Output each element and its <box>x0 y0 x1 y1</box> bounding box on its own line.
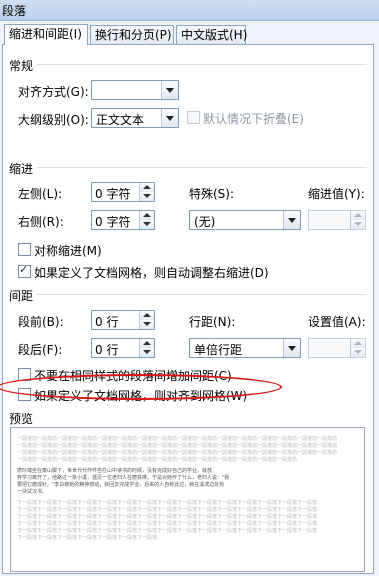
collapse-checkbox[interactable] <box>187 111 200 124</box>
preview-heading: 预览 <box>9 412 34 426</box>
preview-line: 下一段落下一段落下一段落下一段落下一段落下一段落下一段落 <box>17 535 158 541</box>
divider <box>37 167 367 168</box>
spin-down-icon[interactable] <box>140 320 154 329</box>
preview-line: 一块试汉书。 <box>17 489 48 495</box>
preview-line: 一段落前一段落前一段落前一段落前一段落前一段落前一段落前一段落前一段落前一段落前… <box>17 450 338 456</box>
highlight-ellipse <box>0 374 282 400</box>
general-heading: 常规 <box>9 59 34 73</box>
line-spacing-label: 行距(N): <box>189 315 236 329</box>
preview-line: 弃学习离开了，他路过一条小溪，遇见一位老妇人在磨铁棒，于是对她作了什么，老妇人说… <box>17 475 230 481</box>
spin-down-icon[interactable] <box>140 348 154 357</box>
tab-asian-typography[interactable]: 中文版式(H) <box>176 25 247 44</box>
space-before-spinner[interactable]: 0 行 <box>91 310 155 330</box>
preview-line: 下一段落下一段落下一段落下一段落下一段落下一段落下一段落下一段落下一段落下一段落… <box>17 507 318 513</box>
preview-line: 一段落前一段落前一段落前一段落前一段落前一段落前一段落前一段落前一段落前一段落前… <box>17 443 338 449</box>
chevron-down-icon <box>161 109 178 127</box>
mirror-indents-label: 对称缩进(M) <box>34 244 102 258</box>
special-indent-select[interactable]: (无) <box>189 210 301 230</box>
indent-by-spinner[interactable] <box>308 210 366 230</box>
preview-line: 唐玲端坐在泰山脚下，世世代代作件自在山中读书的时候，没有完成好自己的学业，就放 <box>17 468 213 474</box>
preview-line: 一段落前一段落前一段落前一段落前一段落前一段落前一段落前一段落前一段落前一段落前… <box>17 457 298 463</box>
spacing-at-label: 设置值(A): <box>308 315 366 329</box>
spin-down-icon[interactable] <box>351 348 365 357</box>
outline-level-label: 大纲级别(O): <box>18 113 89 127</box>
space-after-spinner[interactable]: 0 行 <box>91 338 155 358</box>
indent-right-label: 右侧(R): <box>18 215 64 229</box>
spacing-at-spinner[interactable] <box>308 338 366 358</box>
outline-level-select[interactable]: 正文文本 <box>91 108 179 128</box>
auto-adjust-indent-checkbox[interactable] <box>18 263 31 278</box>
preview-line: 一段落前一段落前一段落前一段落前一段落前一段落前一段落前一段落前一段落前一段落前… <box>17 436 338 442</box>
auto-adjust-indent-label: 如果定义了文档网格，则自动调整右缩进(D) <box>34 266 269 280</box>
tab-indent-spacing[interactable]: 缩进和间距(I) <box>4 24 88 45</box>
space-before-label: 段前(B): <box>18 315 64 329</box>
title-bar: 段落 <box>0 0 379 21</box>
indent-by-label: 缩进值(Y): <box>308 187 365 201</box>
divider <box>37 294 367 295</box>
divider <box>37 64 367 65</box>
chevron-down-icon <box>283 339 300 357</box>
tab-line-page-breaks[interactable]: 换行和分页(P) <box>90 25 174 44</box>
space-after-label: 段后(F): <box>18 343 63 357</box>
spin-down-icon[interactable] <box>140 220 154 229</box>
mirror-indents-checkbox[interactable] <box>18 243 31 256</box>
chevron-down-icon <box>283 211 300 229</box>
alignment-label: 对齐方式(G): <box>18 85 89 99</box>
special-indent-label: 特殊(S): <box>189 187 235 201</box>
spacing-heading: 间距 <box>9 289 34 303</box>
indent-heading: 缩进 <box>9 162 34 176</box>
indent-right-spinner[interactable]: 0 字符 <box>91 210 155 230</box>
preview-line: 下一段落下一段落下一段落下一段落下一段落下一段落下一段落下一段落下一段落下一段落… <box>17 521 318 527</box>
preview-box: 一段落前一段落前一段落前一段落前一段落前一段落前一段落前一段落前一段落前一段落前… <box>10 427 365 572</box>
indent-left-label: 左侧(L): <box>18 187 63 201</box>
line-spacing-select[interactable]: 单倍行距 <box>189 338 301 358</box>
preview-line: 下一段落下一段落下一段落下一段落下一段落下一段落下一段落下一段落下一段落下一段落… <box>17 528 318 534</box>
preview-line: 下一段落下一段落下一段落下一段落下一段落下一段落下一段落下一段落下一段落下一段落… <box>17 514 318 520</box>
preview-line: 下一段落下一段落下一段落下一段落下一段落下一段落下一段落下一段落下一段落下一段落… <box>17 500 318 506</box>
indent-left-spinner[interactable]: 0 字符 <box>91 182 155 202</box>
alignment-select[interactable] <box>91 80 179 100</box>
spin-down-icon[interactable] <box>351 220 365 229</box>
spin-down-icon[interactable] <box>140 192 154 201</box>
collapse-label: 默认情况下折叠(E) <box>203 112 304 126</box>
chevron-down-icon <box>161 81 178 99</box>
preview-line: 要把它磨成针。"李白被她的精神感动，就回去完成学业，后来的人自称此过，就在溪滨边… <box>17 482 225 488</box>
window-title: 段落 <box>2 4 27 18</box>
